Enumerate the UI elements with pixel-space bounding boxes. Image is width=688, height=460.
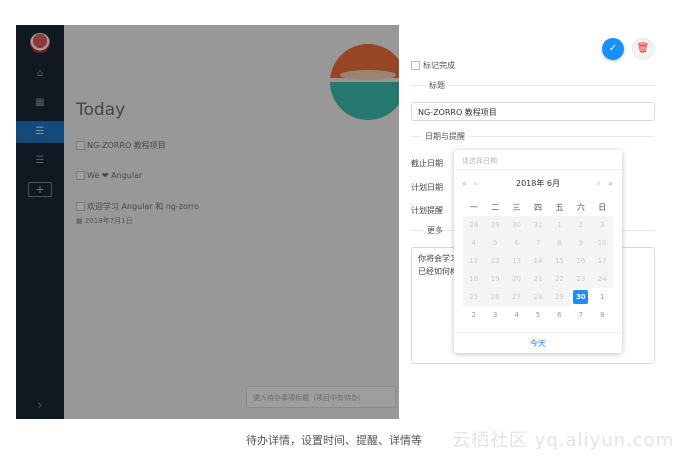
calendar-day[interactable]: 6 bbox=[549, 306, 570, 324]
calendar-day[interactable]: 8 bbox=[592, 306, 613, 324]
calendar-grid: 一 二 三 四 五 六 日 28 29 30 31 1 2 3 4 5 6 7 … bbox=[463, 199, 613, 324]
caption-text: 待办详情，设置时间、提醒、详情等 bbox=[246, 434, 422, 447]
calendar-day[interactable]: 20 bbox=[505, 270, 528, 288]
calendar-day[interactable]: 12 bbox=[484, 252, 506, 270]
calendar-week: 28 29 30 31 1 2 3 bbox=[463, 216, 613, 234]
calendar-week: 2 3 4 5 6 7 8 bbox=[463, 306, 613, 324]
calendar-day[interactable]: 25 bbox=[463, 288, 485, 306]
calendar-day[interactable]: 7 bbox=[527, 234, 549, 252]
selected-day-label: 30 bbox=[573, 290, 589, 304]
calendar-day-selected[interactable]: 30 bbox=[570, 288, 591, 306]
title-input[interactable]: NG-ZORRO 教程项目 bbox=[411, 102, 655, 121]
weekday-label: 六 bbox=[576, 203, 585, 212]
todo-detail-drawer: ✓ 🗑 标记完成 标题 NG-ZORRO 教程项目 日期与提醒 截止日期 计划日… bbox=[399, 25, 667, 419]
weekday-label: 一 bbox=[469, 203, 478, 212]
calendar-week: 25 26 27 28 29 30 1 bbox=[463, 288, 613, 306]
plan-remind-label: 计划提醒 bbox=[411, 206, 443, 215]
confirm-button[interactable]: ✓ bbox=[602, 38, 624, 60]
calendar-day[interactable]: 1 bbox=[548, 216, 571, 234]
calendar-day[interactable]: 2 bbox=[570, 216, 592, 234]
deadline-label: 截止日期 bbox=[411, 159, 443, 168]
calendar-day[interactable]: 15 bbox=[548, 252, 571, 270]
calendar-day[interactable]: 29 bbox=[484, 216, 506, 234]
calendar-day[interactable]: 5 bbox=[484, 234, 506, 252]
calendar-day[interactable]: 11 bbox=[463, 252, 485, 270]
weekday-label: 二 bbox=[491, 203, 500, 212]
trash-icon: 🗑 bbox=[636, 43, 650, 54]
calendar-day[interactable]: 14 bbox=[527, 252, 549, 270]
weekday-label: 日 bbox=[598, 203, 607, 212]
section-date-label: 日期与提醒 bbox=[421, 131, 469, 142]
calendar-day[interactable]: 13 bbox=[505, 252, 528, 270]
today-button[interactable]: 今天 bbox=[454, 332, 622, 353]
calendar-day[interactable]: 16 bbox=[570, 252, 592, 270]
calendar-week: 11 12 13 14 15 16 17 bbox=[463, 252, 613, 270]
weekday-label: 五 bbox=[555, 203, 564, 212]
weekday-row: 一 二 三 四 五 六 日 bbox=[463, 199, 613, 216]
mark-done-label: 标记完成 bbox=[423, 61, 455, 70]
delete-button[interactable]: 🗑 bbox=[632, 38, 654, 60]
calendar-day[interactable]: 4 bbox=[506, 306, 527, 324]
calendar-day[interactable]: 28 bbox=[463, 216, 485, 234]
calendar-day[interactable]: 18 bbox=[463, 270, 485, 288]
mark-done-checkbox[interactable]: 标记完成 bbox=[411, 60, 455, 71]
section-title-label: 标题 bbox=[425, 80, 449, 91]
calendar-day[interactable]: 31 bbox=[527, 216, 549, 234]
modal-mask[interactable] bbox=[16, 25, 399, 419]
calendar-day[interactable]: 10 bbox=[591, 234, 613, 252]
calendar-day[interactable]: 22 bbox=[548, 270, 571, 288]
weekday-label: 三 bbox=[512, 203, 521, 212]
date-picker-input[interactable]: 请选择日期 bbox=[454, 150, 622, 170]
checkbox-box[interactable] bbox=[411, 61, 420, 70]
plan-date-label: 计划日期 bbox=[411, 183, 443, 192]
calendar-day[interactable]: 3 bbox=[484, 306, 505, 324]
calendar-day[interactable]: 28 bbox=[527, 288, 549, 306]
calendar-day[interactable]: 23 bbox=[570, 270, 592, 288]
calendar-day[interactable]: 29 bbox=[548, 288, 571, 306]
calendar-day[interactable]: 5 bbox=[527, 306, 548, 324]
calendar-day[interactable]: 1 bbox=[592, 288, 613, 306]
next-month-button[interactable]: › bbox=[597, 174, 600, 194]
calendar-day[interactable]: 30 bbox=[505, 216, 528, 234]
calendar-day[interactable]: 9 bbox=[570, 234, 592, 252]
calendar-day[interactable]: 17 bbox=[591, 252, 613, 270]
calendar-day[interactable]: 4 bbox=[463, 234, 485, 252]
calendar-day[interactable]: 27 bbox=[505, 288, 528, 306]
calendar-week: 4 5 6 7 8 9 10 bbox=[463, 234, 613, 252]
calendar-day[interactable]: 2 bbox=[463, 306, 484, 324]
calendar-day[interactable]: 19 bbox=[484, 270, 506, 288]
calendar-day[interactable]: 21 bbox=[527, 270, 549, 288]
calendar-day[interactable]: 26 bbox=[484, 288, 506, 306]
watermark: 云栖社区 yq.aliyun.com bbox=[452, 430, 675, 451]
next-year-button[interactable]: » bbox=[608, 174, 613, 194]
calendar-day[interactable]: 24 bbox=[591, 270, 613, 288]
calendar-week: 18 19 20 21 22 23 24 bbox=[463, 270, 613, 288]
calendar-day[interactable]: 6 bbox=[505, 234, 528, 252]
section-more-label: 更多 bbox=[423, 225, 447, 236]
calendar-day[interactable]: 7 bbox=[570, 306, 591, 324]
app-screenshot: ⌂ ▦ ☰ ☰ + › Today NG-ZORRO 教程项目 We ❤ Ang… bbox=[0, 0, 688, 460]
calendar-day[interactable]: 3 bbox=[591, 216, 613, 234]
calendar-day[interactable]: 8 bbox=[548, 234, 571, 252]
weekday-label: 四 bbox=[533, 203, 542, 212]
date-picker-popup: 请选择日期 « ‹ 2018年 6月 › » 一 二 三 四 五 六 日 28 … bbox=[454, 150, 622, 353]
